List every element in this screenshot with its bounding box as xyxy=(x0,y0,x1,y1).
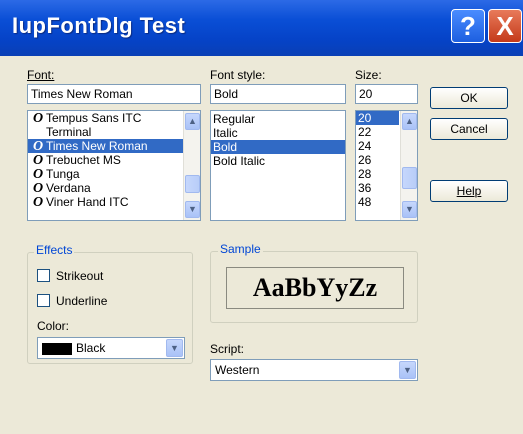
scroll-up-icon[interactable]: ▲ xyxy=(185,113,200,130)
size-label: Size: xyxy=(355,68,382,82)
font-list-item-label: Terminal xyxy=(46,125,92,139)
help-title-button[interactable]: ? xyxy=(451,9,485,43)
cancel-button[interactable]: Cancel xyxy=(430,118,508,140)
font-list-item-label: Times New Roman xyxy=(46,139,148,153)
size-list-item[interactable]: 20 xyxy=(356,111,399,125)
close-button[interactable]: X xyxy=(488,9,522,43)
font-list[interactable]: O Tempus Sans ITC Terminal O Times New Roman… xyxy=(27,110,201,221)
font-list-item[interactable]: O Verdana xyxy=(28,181,200,196)
style-list-item[interactable]: Bold xyxy=(211,140,345,154)
font-list-item[interactable]: O Viner Hand ITC xyxy=(28,195,200,210)
font-name-field[interactable]: Times New Roman xyxy=(27,84,201,104)
font-list-item[interactable]: O Trebuchet MS xyxy=(28,153,200,168)
strikeout-label: Strikeout xyxy=(56,269,104,283)
color-swatch xyxy=(42,342,72,355)
chevron-down-icon[interactable]: ▼ xyxy=(166,339,183,357)
font-list-item[interactable]: O Times New Roman xyxy=(28,139,200,154)
window-title: IupFontDlg Test xyxy=(12,13,186,38)
sample-title: Sample xyxy=(218,242,263,256)
font-label: Font: xyxy=(27,68,54,82)
color-name: Black xyxy=(76,341,106,355)
font-label-text: Font: xyxy=(27,68,55,82)
opentype-font-icon: O xyxy=(32,181,44,196)
color-label: Color: xyxy=(37,319,70,333)
size-list-item[interactable]: 36 xyxy=(356,181,399,195)
scroll-down-icon[interactable]: ▼ xyxy=(402,201,417,218)
size-field[interactable]: 20 xyxy=(355,84,418,104)
size-list-item[interactable]: 48 xyxy=(356,195,399,209)
chevron-down-icon[interactable]: ▼ xyxy=(399,361,416,379)
script-combo-value: Western xyxy=(215,363,260,377)
close-icon: X xyxy=(496,11,514,41)
font-list-item-label: Tempus Sans ITC xyxy=(46,111,142,125)
effects-title: Effects xyxy=(34,243,75,257)
style-list-item[interactable]: Regular xyxy=(211,112,345,126)
style-list-item[interactable]: Italic xyxy=(211,126,345,140)
strikeout-checkbox[interactable] xyxy=(37,269,50,282)
size-list[interactable]: 20 22 24 26 28 36 48 ▲ ▼ xyxy=(355,110,418,221)
opentype-font-icon: O xyxy=(32,167,44,182)
color-combo[interactable]: Black ▼ xyxy=(37,337,185,359)
script-label: Script: xyxy=(210,342,245,356)
font-list-item-label: Trebuchet MS xyxy=(46,153,121,167)
sample-preview: AaBbYyZz xyxy=(226,267,404,309)
font-list-item[interactable]: O Tunga xyxy=(28,167,200,182)
question-icon: ? xyxy=(460,11,476,41)
font-list-scrollbar[interactable]: ▲ ▼ xyxy=(183,111,200,220)
style-list-item[interactable]: Bold Italic xyxy=(211,154,345,168)
size-list-item[interactable]: 28 xyxy=(356,167,399,181)
script-combo[interactable]: Western ▼ xyxy=(210,359,418,381)
help-button[interactable]: Help xyxy=(430,180,508,202)
color-combo-value: Black xyxy=(42,341,105,355)
size-list-item[interactable]: 22 xyxy=(356,125,399,139)
font-style-label: Font style: xyxy=(210,68,266,82)
font-style-list[interactable]: Regular Italic Bold Bold Italic xyxy=(210,110,346,221)
help-button-label: Help xyxy=(456,184,482,198)
font-list-item[interactable]: O Tempus Sans ITC xyxy=(28,111,200,126)
scroll-thumb[interactable] xyxy=(402,167,417,189)
scroll-down-icon[interactable]: ▼ xyxy=(185,201,200,218)
underline-checkbox[interactable] xyxy=(37,294,50,307)
size-list-item[interactable]: 24 xyxy=(356,139,399,153)
font-list-item-label: Viner Hand ITC xyxy=(46,195,129,209)
opentype-font-icon: O xyxy=(32,153,44,168)
scroll-thumb[interactable] xyxy=(185,175,200,193)
opentype-font-icon: O xyxy=(32,195,44,210)
ok-button[interactable]: OK xyxy=(430,87,508,109)
title-bar[interactable]: IupFontDlg Test ? X xyxy=(0,0,523,56)
underline-label: Underline xyxy=(56,294,108,308)
opentype-font-icon: O xyxy=(32,111,44,126)
font-style-field[interactable]: Bold xyxy=(210,84,346,104)
opentype-font-icon: O xyxy=(32,139,44,154)
size-list-scrollbar[interactable]: ▲ ▼ xyxy=(400,111,417,220)
scroll-up-icon[interactable]: ▲ xyxy=(402,113,417,130)
font-list-item-label: Verdana xyxy=(46,181,91,195)
font-list-item[interactable]: Terminal xyxy=(28,125,200,139)
font-list-item-label: Tunga xyxy=(46,167,80,181)
size-list-item[interactable]: 26 xyxy=(356,153,399,167)
